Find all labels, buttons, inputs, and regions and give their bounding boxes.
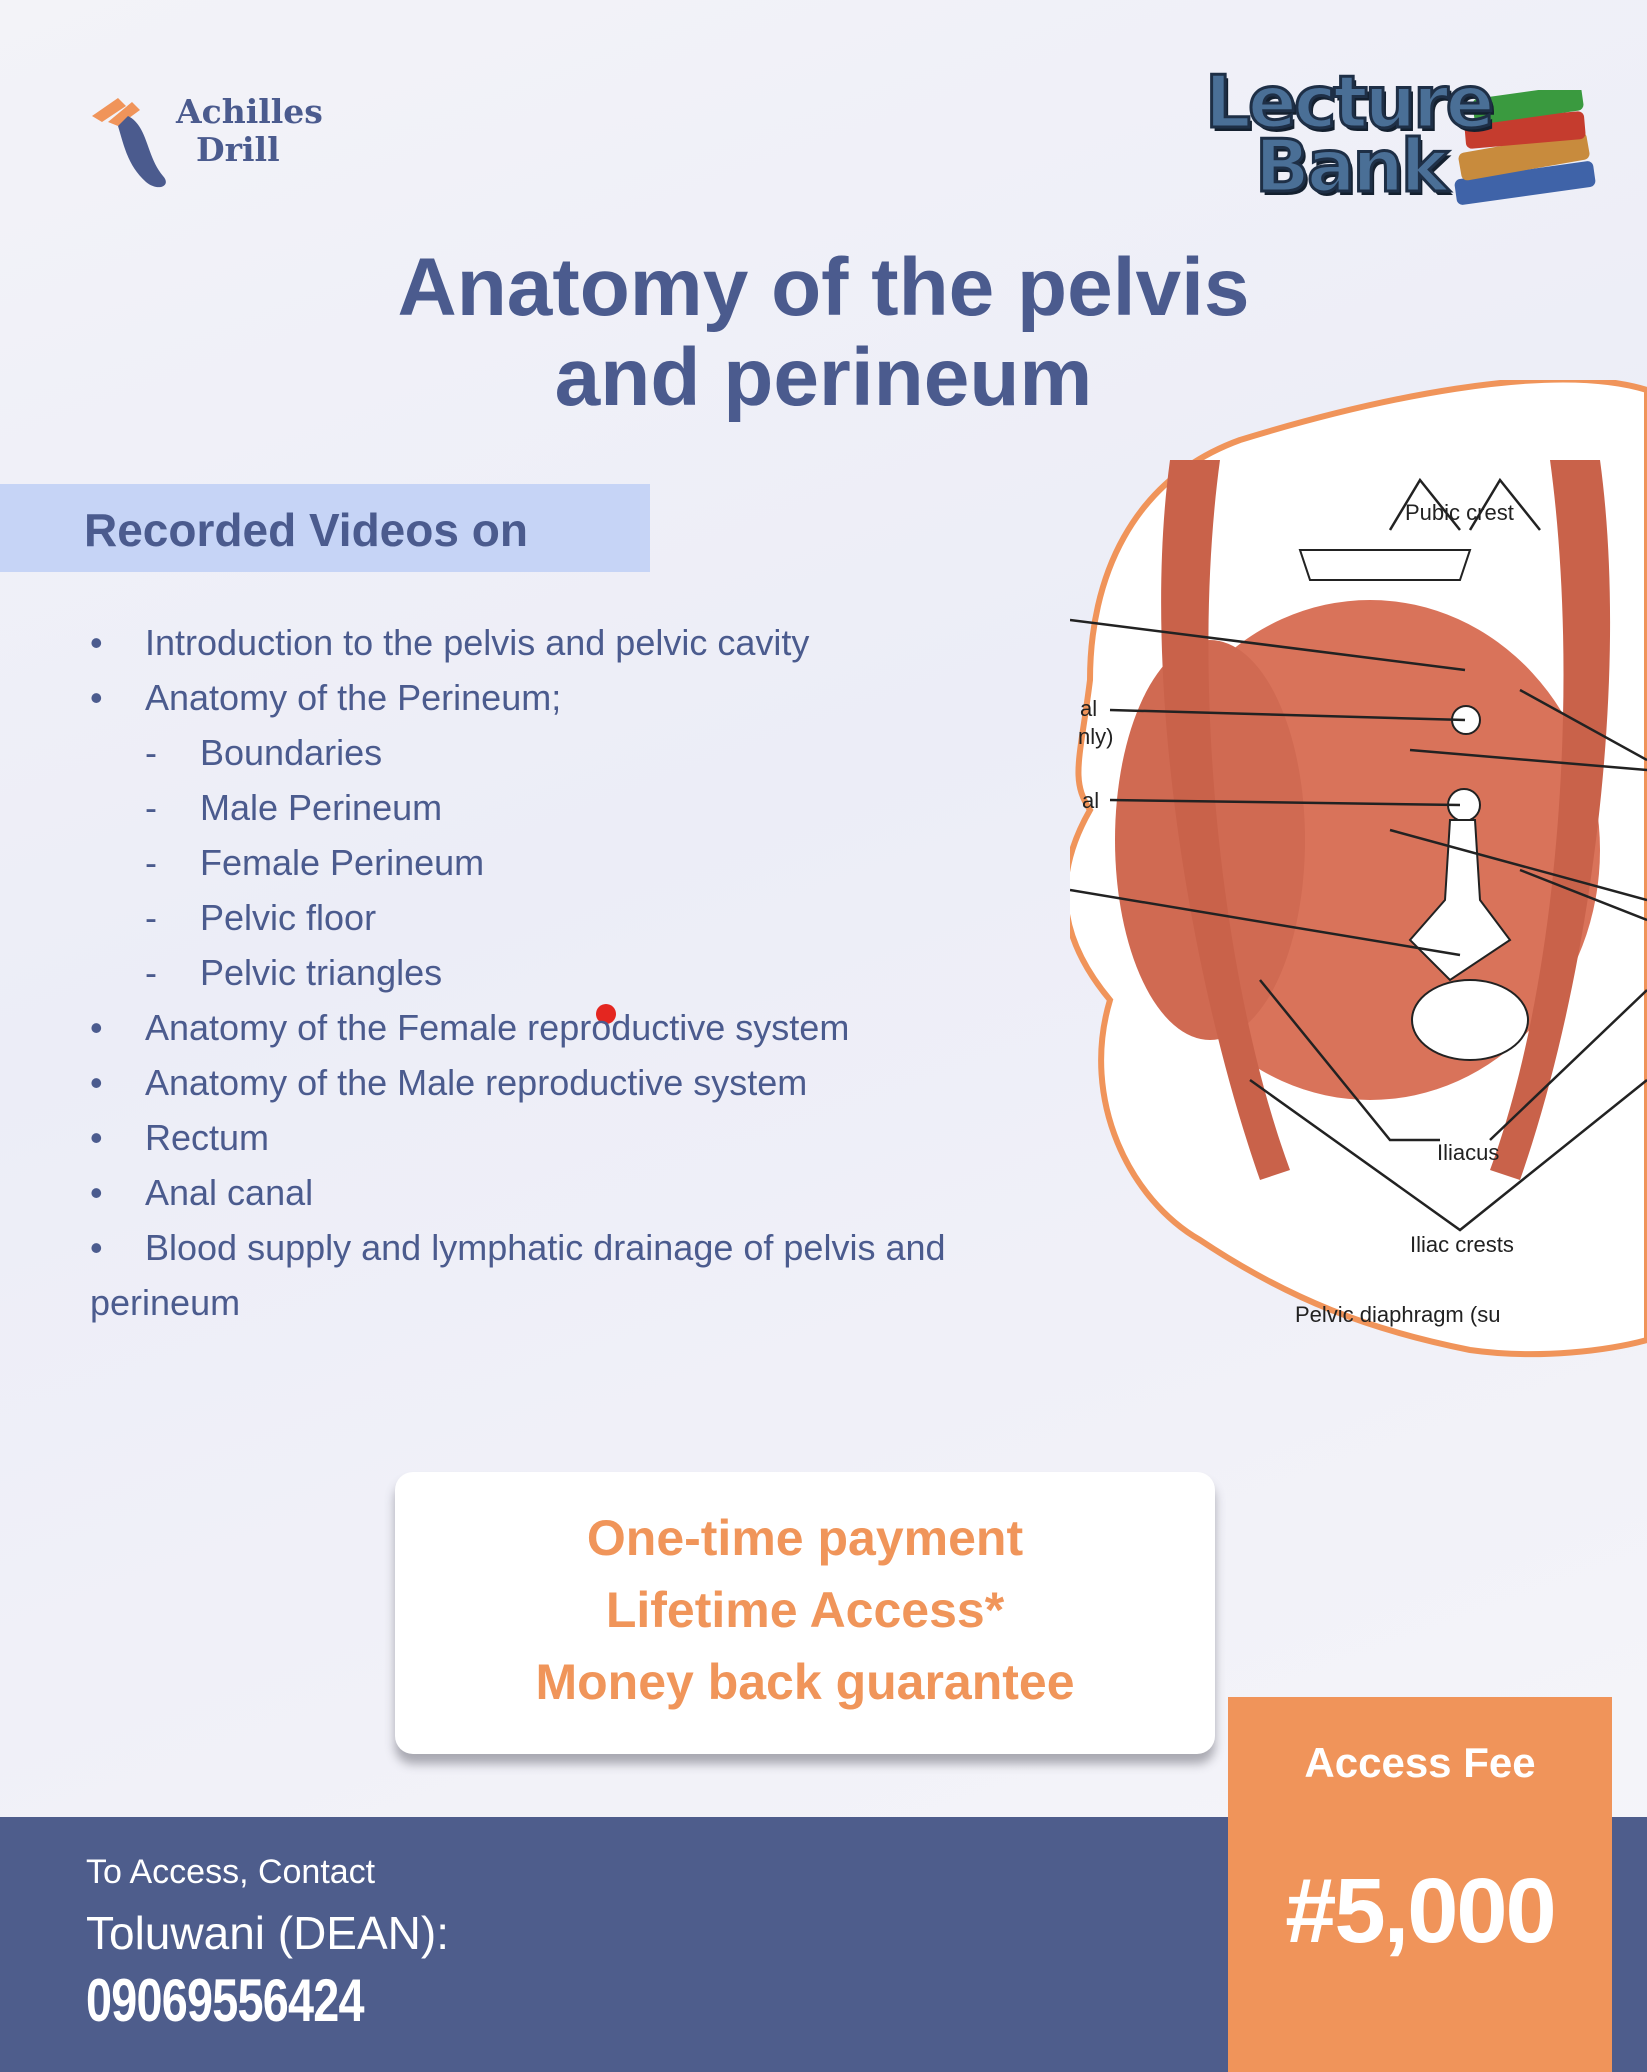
bullet-icon: • [90,1007,103,1048]
sub-topic-item: - Female Perineum [90,835,1040,890]
bullet-icon: • [90,1172,103,1213]
topic-item: • Anatomy of the Female reproductive syst… [90,1000,1040,1055]
contact-intro: To Access, Contact [86,1853,376,1891]
label-cut-1a: al [1080,696,1097,721]
topic-list: • Introduction to the pelvis and pelvic c… [90,615,1040,1323]
label-pubic-crest: Pubic crest [1405,500,1514,525]
benefit-one-time-payment: One-time payment [586,1510,1024,1566]
topic-label: Rectum [145,1117,270,1158]
dash-icon: - [145,897,157,938]
dash-icon: - [145,732,157,773]
pelvic-floor-diagram: Pubic crest Iliacus Iliac crests Pelvic … [1070,380,1647,1358]
topic-label: Pelvic triangles [200,952,443,993]
topic-item: • Anatomy of the Perineum; [90,670,1040,725]
contact-phone[interactable]: 09069556424 [86,1966,369,2036]
label-cut-2: al [1082,788,1099,813]
access-fee-label: Access Fee [1304,1739,1536,1786]
topic-label: Anal canal [145,1172,314,1213]
bullet-icon: • [90,677,103,718]
topic-item: • Introduction to the pelvis and pelvic c… [90,615,1040,670]
dash-icon: - [145,842,157,883]
label-pelvic-diaphragm: Pelvic diaphragm (su [1295,1302,1500,1327]
topic-label: Boundaries [200,732,383,773]
logo-line-1: Achilles [176,92,323,131]
sub-topic-item: - Boundaries [90,725,1040,780]
topic-label: Female Perineum [200,842,485,883]
logo-line-2: Drill [196,130,280,169]
access-fee-box: Access Fee #5,000 [1228,1697,1612,2072]
topic-label: Introduction to the pelvis and pelvic ca… [145,622,810,663]
topic-item: • Rectum [90,1110,1040,1165]
title-line-1: Anatomy of the pelvis [397,242,1250,333]
payment-benefits-card: One-time payment Lifetime Access* Money … [395,1472,1215,1754]
benefit-lifetime-access: Lifetime Access* [605,1582,1005,1638]
bullet-icon: • [90,1227,103,1268]
dash-icon: - [145,952,157,993]
contact-name: Toluwani (DEAN): [86,1907,449,1959]
label-iliacus: Iliacus [1437,1140,1499,1165]
topic-item: • Anal canal [90,1165,1040,1220]
contact-info: To Access, Contact Toluwani (DEAN): 0906… [86,1850,449,2036]
topic-item: • Anatomy of the Male reproductive system [90,1055,1040,1110]
sub-topic-item: - Pelvic floor [90,890,1040,945]
sub-topic-item: - Pelvic triangles [90,945,1040,1000]
lecture-bank-logo: Lecture Bank [1195,60,1605,210]
benefit-money-back: Money back guarantee [535,1654,1075,1710]
topic-label: Pelvic floor [200,897,377,938]
topic-label: Anatomy of the Perineum; [145,677,562,718]
sub-topic-item: - Male Perineum [90,780,1040,835]
topic-label: Blood supply and lymphatic drainage of p… [145,1227,946,1268]
achilles-foot-icon [92,98,166,188]
banner-label: Recorded Videos on [84,504,528,556]
topic-label: Male Perineum [200,787,443,828]
topic-label: Anatomy of the Male reproductive system [145,1062,808,1103]
recorded-videos-banner: Recorded Videos on [0,484,650,1024]
label-cut-1b: nly) [1078,724,1113,749]
bullet-icon: • [90,1117,103,1158]
label-iliac-crests: Iliac crests [1410,1232,1514,1257]
achilles-drill-logo: Achilles Drill [88,86,328,196]
bullet-icon: • [90,1062,103,1103]
logo-word-bank: Bank [1254,124,1451,208]
topic-label-continuation: perineum [90,1282,241,1323]
topic-item: • Blood supply and lymphatic drainage of … [90,1220,1040,1323]
dash-icon: - [145,787,157,828]
topic-label: Anatomy of the Female reproductive syste… [145,1007,850,1048]
bullet-icon: • [90,622,103,663]
access-fee-value: #5,000 [1285,1860,1556,1962]
